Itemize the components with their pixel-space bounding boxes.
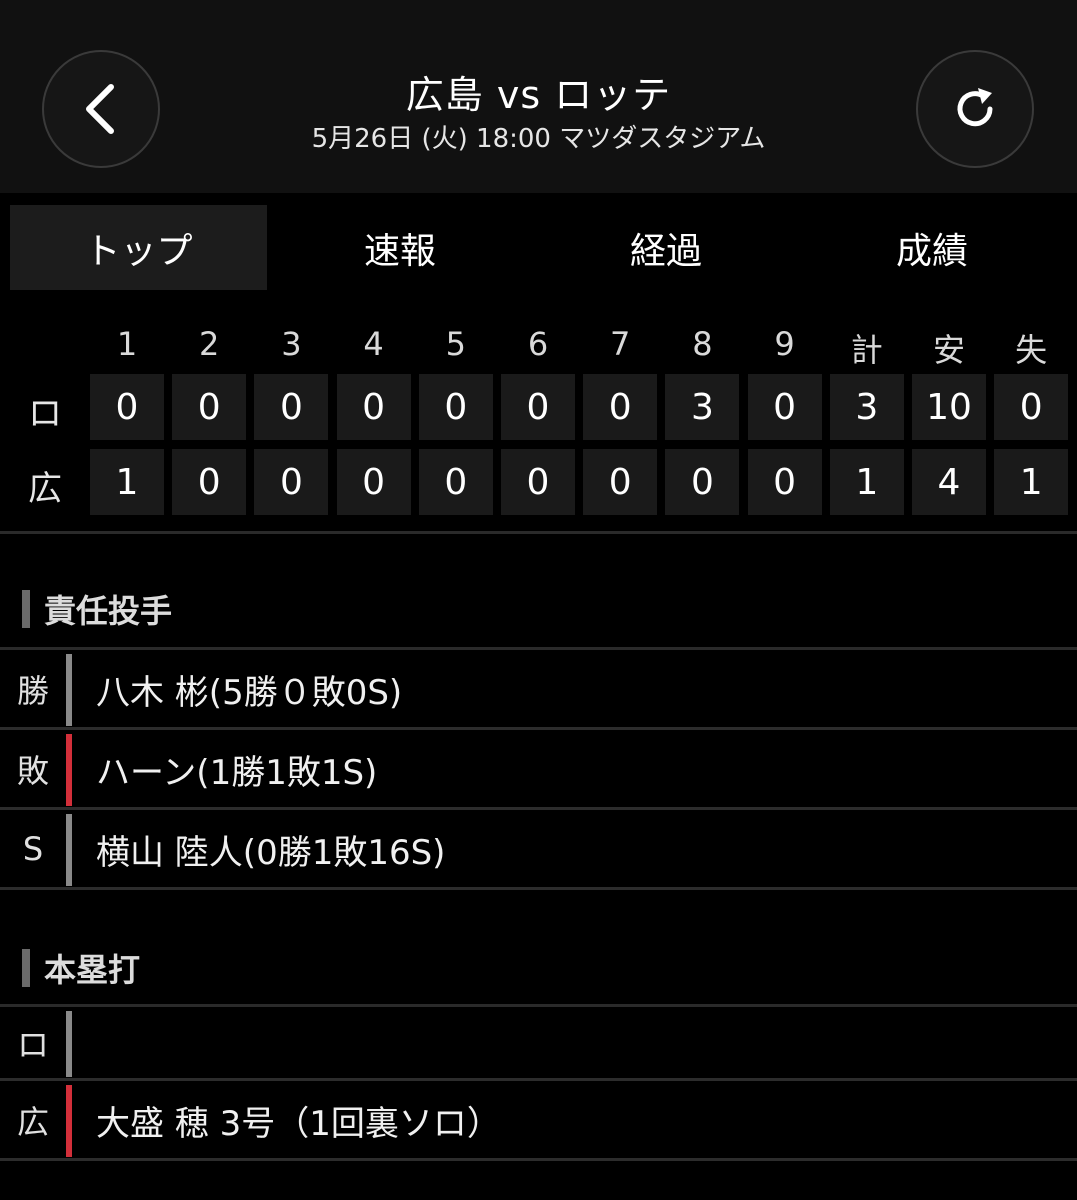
row-divider <box>0 1158 1077 1161</box>
score-cell: 0 <box>90 374 164 440</box>
score-cell: 0 <box>336 449 411 515</box>
inning-label: 失 <box>1015 331 1048 369</box>
row-accent <box>66 734 72 806</box>
score-cell: 0 <box>501 449 575 515</box>
section-title-text: 本塁打 <box>44 951 141 989</box>
tab-live[interactable]: 速報 <box>267 205 533 290</box>
inning-label: 2 <box>199 325 220 363</box>
game-info: 5月26日 (火) 18:00 マツダスタジアム <box>311 124 766 154</box>
inning-label: 9 <box>774 325 795 363</box>
score-cell: 10 <box>912 374 986 440</box>
section-bar <box>22 590 30 628</box>
score-cell: 4 <box>912 449 986 515</box>
score-cell: 0 <box>583 374 658 440</box>
score-cell: 0 <box>583 449 658 515</box>
inning-label: 4 <box>363 325 384 363</box>
score-cell: 0 <box>747 374 822 440</box>
tab-bar: トップ 速報 経過 成績 <box>10 205 1077 290</box>
row-label: ロ <box>16 1026 49 1064</box>
score-cell: 3 <box>665 374 740 440</box>
homerun-text: 大盛 穂 3号（1回裏ソロ） <box>96 1103 501 1144</box>
score-cell: 3 <box>829 374 904 440</box>
score-cell: 0 <box>172 374 247 440</box>
row-label: 勝 <box>16 672 49 710</box>
team-label: ロ <box>28 394 62 434</box>
inning-label: 3 <box>281 325 302 363</box>
pitcher-row-loss: 敗 ハーン(1勝1敗1S) <box>0 730 1077 810</box>
tab-stats[interactable]: 成績 <box>799 205 1065 290</box>
section-bar <box>22 949 30 987</box>
reload-icon <box>957 88 993 127</box>
score-cell: 0 <box>418 449 493 515</box>
score-cell: 0 <box>665 449 740 515</box>
row-accent <box>66 814 72 886</box>
section-title-text: 責任投手 <box>44 592 173 630</box>
row-label: 敗 <box>16 752 49 790</box>
score-cell: 0 <box>418 374 493 440</box>
score-cell: 1 <box>994 449 1069 515</box>
score-cell: 0 <box>254 374 329 440</box>
score-cell: 0 <box>254 449 329 515</box>
score-cell: 0 <box>994 374 1069 440</box>
inning-label: 安 <box>932 331 965 369</box>
pitcher-row-win: 勝 八木 彬(5勝０敗0S) <box>0 650 1077 730</box>
score-cell: 1 <box>90 449 164 515</box>
score-cell: 0 <box>336 374 411 440</box>
score-cell: 0 <box>747 449 822 515</box>
inning-label: 7 <box>610 325 631 363</box>
score-cell: 0 <box>172 449 247 515</box>
header: 広島 vs ロッテ 5月26日 (火) 18:00 マツダスタジアム <box>0 0 1077 193</box>
homerun-row-hiroshima: 広 大盛 穂 3号（1回裏ソロ） <box>0 1081 1077 1161</box>
score-cell: 0 <box>501 374 575 440</box>
row-accent <box>66 1011 72 1077</box>
row-accent <box>66 654 72 726</box>
inning-label: 5 <box>445 325 466 363</box>
row-label: 広 <box>16 1103 49 1141</box>
pitcher-name: 横山 陸人(0勝1敗16S) <box>96 832 446 873</box>
pitcher-name: ハーン(1勝1敗1S) <box>96 752 378 793</box>
score-cell: 1 <box>829 449 904 515</box>
section-title-pitchers: 責任投手 <box>22 586 172 632</box>
row-divider <box>0 887 1077 890</box>
tab-top[interactable]: トップ <box>10 205 267 290</box>
inning-label: 計 <box>850 331 883 369</box>
team-label: 広 <box>28 469 62 509</box>
pitcher-name: 八木 彬(5勝０敗0S) <box>96 672 403 713</box>
inning-label: 8 <box>692 325 713 363</box>
row-label: S <box>22 830 44 868</box>
row-accent <box>66 1085 72 1157</box>
section-title-homeruns: 本塁打 <box>22 945 140 991</box>
reload-button[interactable] <box>916 50 1034 168</box>
inning-label: 6 <box>527 325 549 363</box>
pitcher-row-save: S 横山 陸人(0勝1敗16S) <box>0 810 1077 890</box>
homerun-row-lotte: ロ <box>0 1007 1077 1081</box>
tab-progress[interactable]: 経過 <box>533 205 799 290</box>
divider <box>0 531 1077 534</box>
inning-label: 1 <box>116 325 138 363</box>
